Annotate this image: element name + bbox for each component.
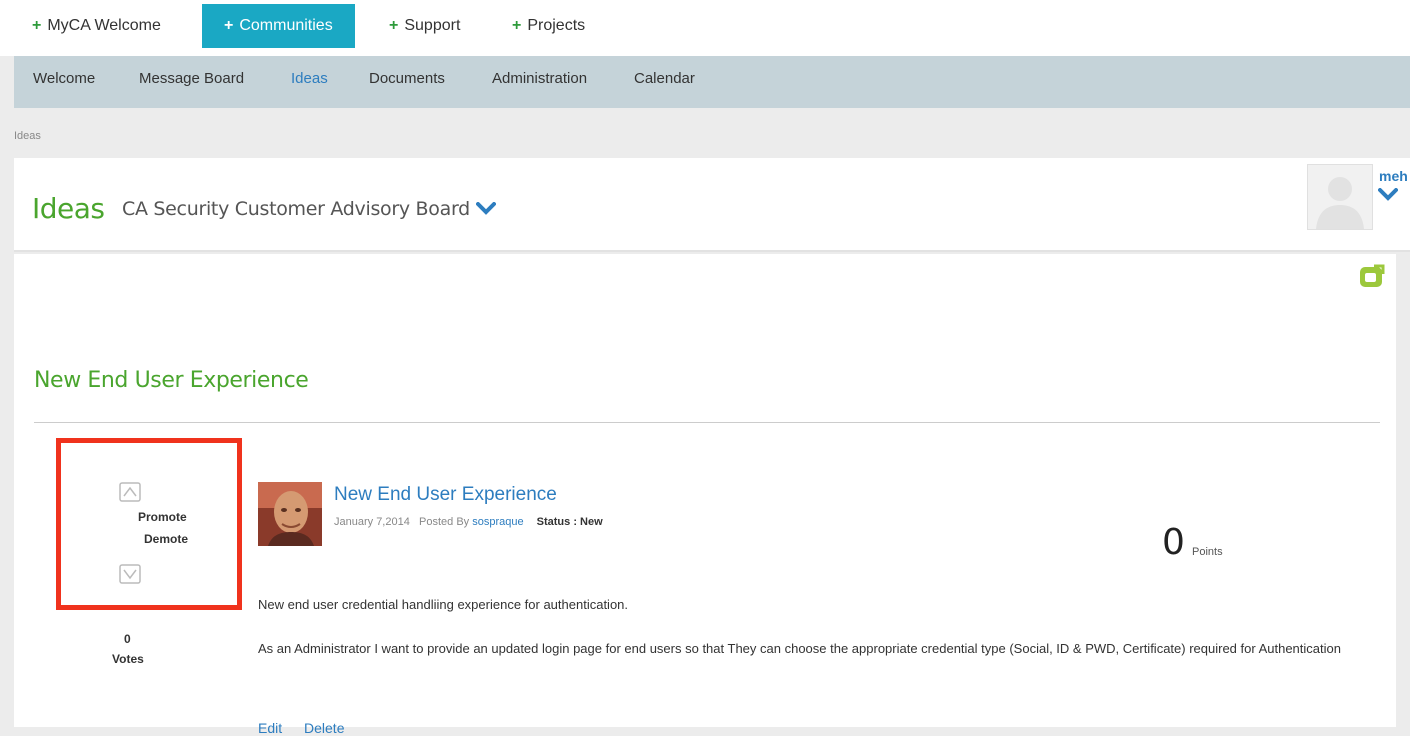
- subnav-ideas[interactable]: Ideas: [291, 56, 328, 108]
- avatar-placeholder-icon: [1308, 165, 1372, 229]
- plus-icon: +: [389, 17, 399, 34]
- demote-icon[interactable]: [119, 564, 141, 589]
- points-value: 0: [1162, 522, 1185, 563]
- status-badge: Status : New: [536, 516, 603, 528]
- user-avatar[interactable]: [1307, 164, 1373, 230]
- promote-button[interactable]: Promote: [138, 510, 187, 524]
- subnav-message-board[interactable]: Message Board: [139, 56, 244, 108]
- points-label: Points: [1192, 546, 1223, 558]
- page-header: Ideas CA Security Customer Advisory Boar…: [14, 158, 1410, 252]
- tab-label: MyCA Welcome: [47, 17, 161, 34]
- sub-navigation: Welcome Message Board Ideas Documents Ad…: [14, 56, 1410, 108]
- idea-meta: January 7,2014 Posted By sospraque Statu…: [334, 516, 603, 528]
- plus-icon: +: [224, 17, 234, 34]
- idea-description: As an Administrator I want to provide an…: [258, 641, 1341, 656]
- plus-icon: +: [32, 17, 42, 34]
- poster-avatar[interactable]: [258, 482, 322, 546]
- subnav-documents[interactable]: Documents: [369, 56, 445, 108]
- highlight-box: [56, 438, 242, 610]
- posted-by-label: Posted By: [419, 516, 470, 528]
- tab-label: Support: [404, 17, 461, 34]
- poster-link[interactable]: sospraque: [472, 516, 523, 528]
- board-selector[interactable]: CA Security Customer Advisory Board: [122, 198, 496, 221]
- idea-title-link[interactable]: New End User Experience: [334, 484, 557, 506]
- idea-actions: Edit Delete: [258, 720, 362, 736]
- tab-projects[interactable]: + Projects: [512, 4, 585, 48]
- idea-panel: New End User Experience Promote Demote 0…: [14, 254, 1396, 736]
- votes-label: Votes: [112, 652, 144, 666]
- edit-link[interactable]: Edit: [258, 720, 282, 736]
- top-navigation: + MyCA Welcome + Communities + Support + Pro…: [0, 0, 1410, 56]
- section-title: New End User Experience: [34, 368, 309, 393]
- tab-communities[interactable]: + Communities: [202, 4, 355, 48]
- user-name[interactable]: meh: [1379, 168, 1408, 184]
- plus-icon: +: [512, 17, 522, 34]
- tab-support[interactable]: + Support: [389, 4, 460, 48]
- tab-myca-welcome[interactable]: + MyCA Welcome: [32, 4, 161, 48]
- tab-label: Communities: [239, 17, 333, 34]
- chevron-down-icon[interactable]: [475, 199, 496, 221]
- idea-summary: New end user credential handliing experi…: [258, 597, 629, 612]
- subnav-welcome[interactable]: Welcome: [33, 56, 95, 108]
- delete-link[interactable]: Delete: [304, 720, 344, 736]
- breadcrumb[interactable]: Ideas: [14, 130, 41, 142]
- demote-button[interactable]: Demote: [144, 532, 188, 546]
- page-title: Ideas: [32, 192, 105, 225]
- divider: [34, 422, 1380, 423]
- scrollbar[interactable]: [1396, 254, 1410, 727]
- promote-icon[interactable]: [119, 482, 141, 507]
- vote-count: 0: [124, 632, 131, 646]
- subnav-calendar[interactable]: Calendar: [634, 56, 695, 108]
- board-name: CA Security Customer Advisory Board: [122, 198, 470, 220]
- share-icon[interactable]: [1359, 264, 1385, 293]
- idea-date: January 7,2014: [334, 516, 410, 528]
- tab-label: Projects: [527, 17, 586, 34]
- subnav-administration[interactable]: Administration: [492, 56, 587, 108]
- chevron-down-icon[interactable]: [1378, 188, 1398, 207]
